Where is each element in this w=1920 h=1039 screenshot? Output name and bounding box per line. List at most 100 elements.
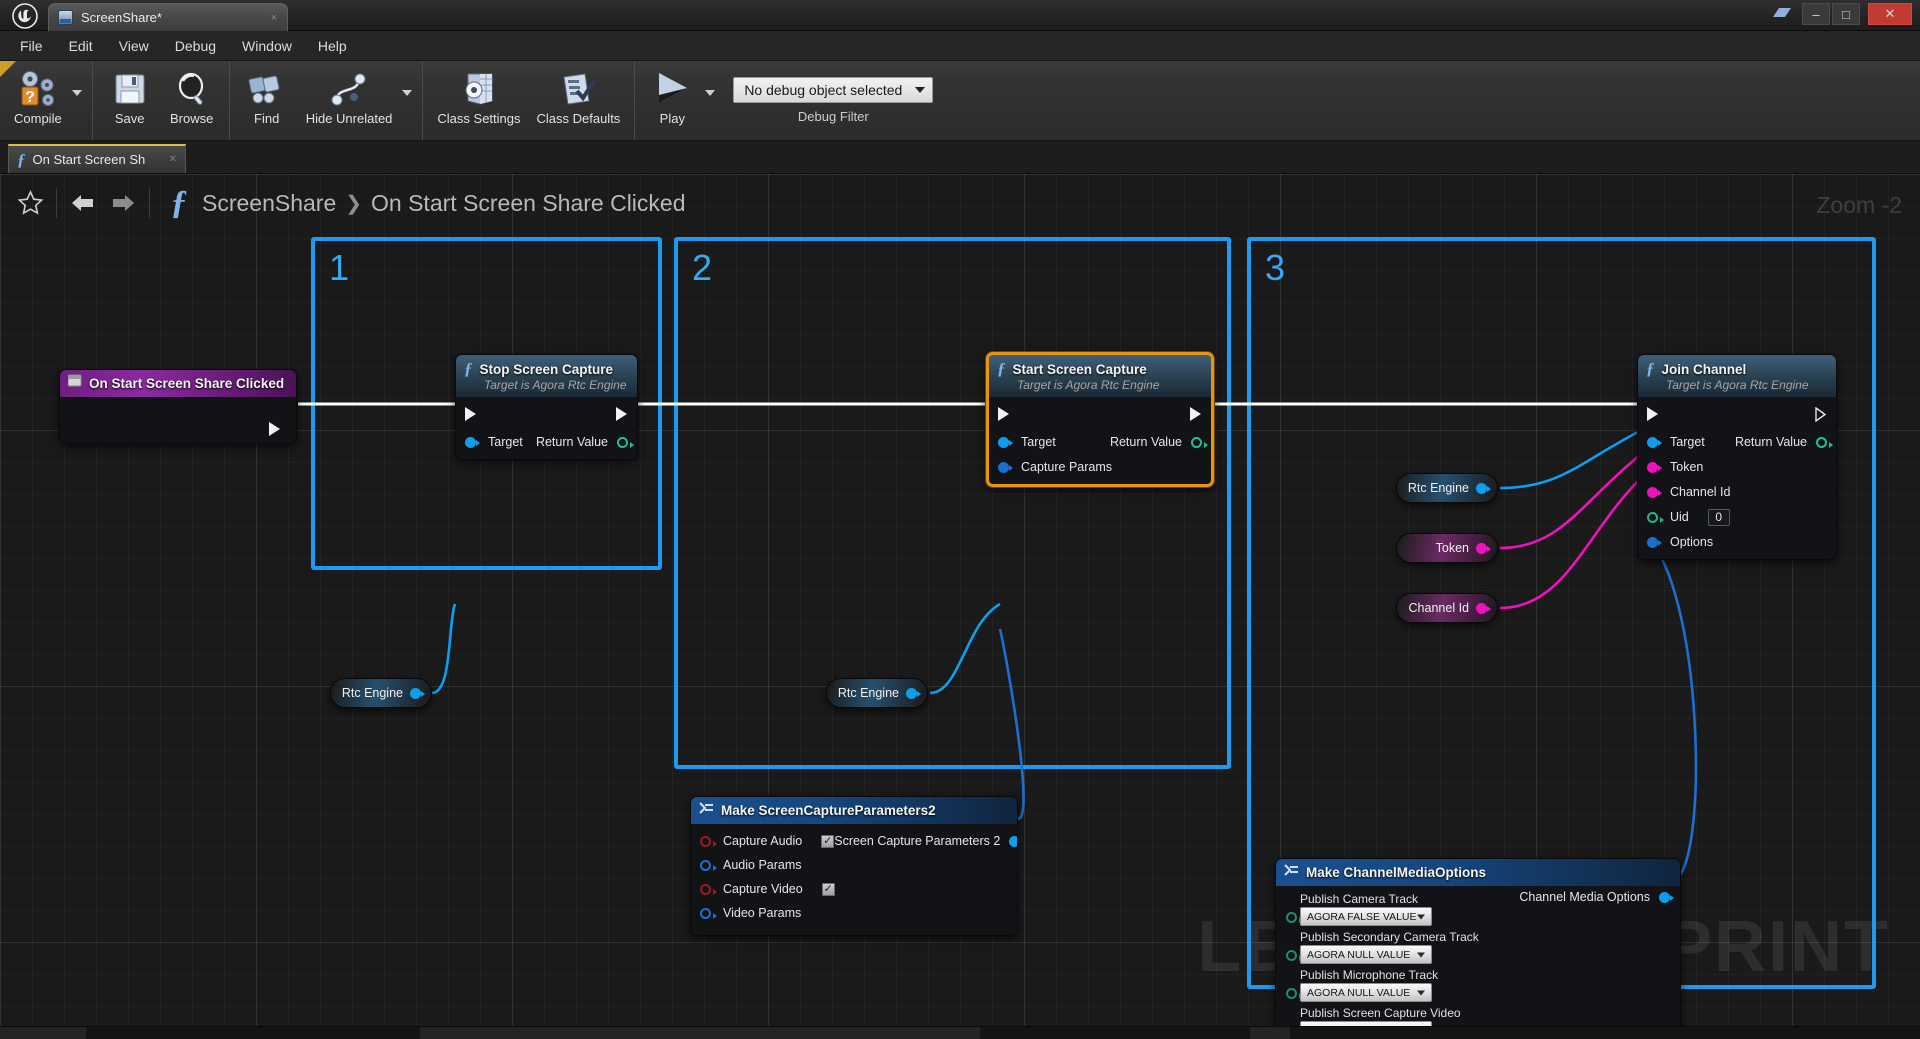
find-button[interactable]: Find (236, 61, 298, 140)
hide-unrelated-button[interactable]: Hide Unrelated (298, 61, 401, 140)
divider (149, 188, 150, 218)
node-body: Capture Audio ✓ Screen Capture Parameter… (691, 824, 1017, 935)
save-button[interactable]: Save (99, 61, 161, 140)
node-make-channelmediaoptions[interactable]: Make ChannelMediaOptions Channel Media O… (1275, 858, 1681, 1026)
breadcrumb-separator-icon: ❯ (345, 192, 363, 215)
toolbar: ? Compile Save Browse Find Hide Unrelate… (0, 61, 1920, 141)
play-icon (650, 68, 694, 110)
unreal-logo-icon (8, 2, 42, 30)
graph-tab-on-start-screen-share[interactable]: ƒ On Start Screen Sh ✕ (8, 144, 186, 173)
getter-rtc-engine-1[interactable]: Rtc Engine (330, 678, 432, 708)
output-pin[interactable] (410, 687, 425, 699)
options-input-pin[interactable] (1647, 536, 1662, 548)
comment-group-1-number: 1 (329, 247, 350, 288)
publish-camera-track-select[interactable]: AGORA FALSE VALUE (1300, 907, 1432, 926)
node-stop-screen-capture[interactable]: ƒ Stop Screen Capture Target is Agora Rt… (455, 354, 638, 460)
exec-out-pin[interactable] (269, 421, 281, 437)
menu-item-help[interactable]: Help (306, 34, 359, 58)
node-title: Make ChannelMediaOptions (1306, 864, 1487, 880)
menu-item-debug[interactable]: Debug (163, 34, 228, 58)
capture-audio-checkbox[interactable]: ✓ (821, 834, 835, 848)
asset-tab[interactable]: ScreenShare* × (48, 3, 288, 31)
node-make-screencaptureparameters2[interactable]: Make ScreenCaptureParameters2 Capture Au… (690, 796, 1018, 936)
forward-arrow-icon[interactable] (103, 183, 143, 223)
node-on-start-screen-share-clicked[interactable]: On Start Screen Share Clicked (59, 369, 297, 444)
output-pin[interactable] (1476, 602, 1491, 614)
asset-tab-label: ScreenShare* (81, 10, 162, 25)
node-join-channel[interactable]: ƒ Join Channel Target is Agora Rtc Engin… (1637, 354, 1837, 560)
status-segment (420, 1027, 980, 1039)
menu-item-view[interactable]: View (107, 34, 161, 58)
maximize-button[interactable]: □ (1832, 3, 1860, 25)
uid-input-pin[interactable] (1647, 511, 1664, 523)
exec-in-pin[interactable] (1647, 406, 1659, 422)
publish-secondary-camera-track-select[interactable]: AGORA NULL VALUE (1300, 945, 1432, 964)
comment-group-2[interactable]: 2 (674, 237, 1231, 769)
capture-params-input-pin[interactable] (998, 461, 1013, 473)
publish-screen-capture-video-select[interactable]: AGORA TRUE VALUE (1300, 1021, 1432, 1026)
function-icon: ƒ (170, 184, 188, 221)
pin-label: Capture Audio (723, 834, 803, 848)
getter-label: Rtc Engine (837, 686, 899, 700)
play-dropdown-button[interactable] (703, 61, 719, 140)
output-pin[interactable] (1476, 482, 1491, 494)
compile-dropdown-button[interactable] (70, 61, 86, 140)
class-settings-button[interactable]: Class Settings (429, 61, 528, 140)
source-control-icon[interactable] (1772, 6, 1792, 24)
exec-in-pin[interactable] (998, 406, 1010, 422)
return-value-output-pin[interactable] (617, 436, 634, 448)
menu-item-edit[interactable]: Edit (57, 34, 105, 58)
browse-button[interactable]: Browse (161, 61, 223, 140)
menu-item-window[interactable]: Window (230, 34, 304, 58)
exec-out-pin[interactable] (616, 406, 628, 422)
getter-token[interactable]: Token (1396, 533, 1498, 563)
capture-audio-input-pin[interactable] (700, 835, 717, 847)
pin-row-uid: Uid 0 (1638, 507, 1836, 527)
close-icon[interactable]: × (249, 12, 277, 24)
node-start-screen-capture[interactable]: ƒ Start Screen Capture Target is Agora R… (986, 352, 1214, 487)
hide-unrelated-dropdown-button[interactable] (400, 61, 416, 140)
minimize-button[interactable]: – (1802, 3, 1830, 25)
uid-value-field[interactable]: 0 (1707, 508, 1730, 526)
breadcrumb-root[interactable]: ScreenShare (202, 190, 336, 217)
exec-out-pin[interactable] (1190, 406, 1202, 422)
field-label: Publish Secondary Camera Track (1300, 930, 1479, 944)
capture-video-input-pin[interactable] (700, 883, 717, 895)
return-value-output-pin[interactable] (1191, 436, 1208, 448)
getter-channel-id[interactable]: Channel Id (1396, 593, 1498, 623)
pin-row-audio-params: Audio Params (691, 853, 1017, 877)
target-input-pin[interactable] (1647, 436, 1662, 448)
exec-in-pin[interactable] (465, 406, 477, 422)
close-window-button[interactable]: ✕ (1868, 3, 1912, 25)
capture-video-checkbox[interactable]: ✓ (821, 882, 835, 896)
target-input-pin[interactable] (465, 436, 480, 448)
field-label: Publish Microphone Track (1300, 968, 1439, 982)
debug-filter-caption: Debug Filter (797, 109, 869, 124)
getter-rtc-engine-2[interactable]: Rtc Engine (826, 678, 928, 708)
publish-microphone-track-input-pin[interactable] (1286, 988, 1303, 999)
publish-camera-track-input-pin[interactable] (1286, 912, 1303, 923)
audio-params-input-pin[interactable] (700, 859, 717, 871)
close-icon[interactable]: ✕ (169, 154, 177, 165)
menu-item-file[interactable]: File (8, 34, 55, 58)
debug-object-select[interactable]: No debug object selected (733, 77, 934, 103)
target-input-pin[interactable] (998, 436, 1013, 448)
breadcrumb-current[interactable]: On Start Screen Share Clicked (371, 190, 685, 217)
return-value-output-pin[interactable] (1816, 436, 1833, 448)
exec-out-pin[interactable] (1815, 406, 1827, 422)
getter-rtc-engine-3[interactable]: Rtc Engine (1396, 473, 1498, 503)
output-pin[interactable] (906, 687, 921, 699)
struct-output-pin[interactable] (1009, 835, 1017, 847)
blueprint-graph-canvas[interactable]: LEVEL BLUEPRINT 1 2 3 (0, 174, 1920, 1026)
back-arrow-icon[interactable] (63, 183, 103, 223)
channel-id-input-pin[interactable] (1647, 486, 1662, 498)
class-defaults-button[interactable]: Class Defaults (529, 61, 629, 140)
publish-secondary-camera-track-input-pin[interactable] (1286, 950, 1303, 961)
field-publish-microphone-track: Publish Microphone Track AGORA NULL VALU… (1276, 966, 1680, 1004)
play-button[interactable]: Play (641, 61, 703, 140)
output-pin[interactable] (1476, 542, 1491, 554)
publish-microphone-track-select[interactable]: AGORA NULL VALUE (1300, 983, 1432, 1002)
token-input-pin[interactable] (1647, 461, 1662, 473)
video-params-input-pin[interactable] (700, 907, 717, 919)
favorite-star-icon[interactable] (10, 183, 50, 223)
